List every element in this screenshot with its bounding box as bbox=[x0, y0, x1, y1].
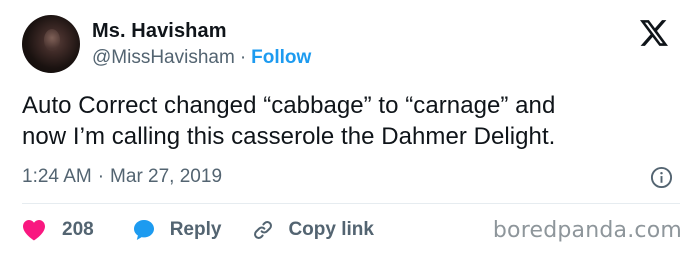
x-logo-icon[interactable] bbox=[640, 20, 668, 46]
tweet-time: 1:24 AM bbox=[22, 166, 92, 187]
divider bbox=[22, 203, 680, 204]
link-icon bbox=[254, 221, 273, 239]
handle-separator: · bbox=[239, 47, 247, 68]
like-button[interactable]: 208 bbox=[22, 219, 94, 241]
timestamp-separator: · bbox=[97, 166, 105, 187]
tweet-date: Mar 27, 2019 bbox=[110, 166, 223, 187]
avatar[interactable] bbox=[22, 15, 80, 73]
reply-button[interactable]: Reply bbox=[132, 218, 222, 242]
author-handle[interactable]: @MissHavisham bbox=[92, 47, 235, 68]
reply-label: Reply bbox=[169, 219, 222, 240]
action-bar: 208 Reply Copy link bbox=[22, 217, 374, 243]
avatar-face bbox=[44, 29, 60, 51]
info-icon[interactable] bbox=[650, 166, 673, 189]
like-count: 208 bbox=[62, 219, 94, 240]
tweet-timestamp[interactable]: 1:24 AM · Mar 27, 2019 bbox=[22, 166, 222, 188]
author-name[interactable]: Ms. Havisham bbox=[92, 20, 227, 43]
tweet-text-line-2: now I’m calling this casserole the Dahme… bbox=[22, 123, 556, 150]
heart-icon bbox=[23, 220, 45, 241]
tweet-text-line-1: Auto Correct changed “cabbage” to “carna… bbox=[22, 92, 556, 119]
watermark: boredpanda.com bbox=[492, 218, 682, 243]
tweet-text: Auto Correct changed “cabbage” to “carna… bbox=[22, 90, 682, 152]
reply-bubble-icon bbox=[133, 220, 154, 240]
follow-button[interactable]: Follow bbox=[251, 47, 311, 68]
copy-link-button[interactable]: Copy link bbox=[252, 219, 374, 241]
copy-link-label: Copy link bbox=[288, 219, 374, 240]
handle-row: @MissHavisham · Follow bbox=[92, 47, 311, 69]
